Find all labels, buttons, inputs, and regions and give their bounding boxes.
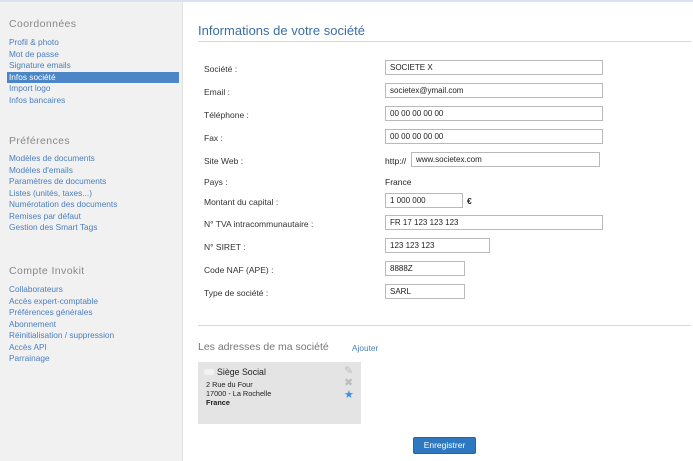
sidebar-item-reinitialisation[interactable]: Réinitialisation / suppression xyxy=(9,330,179,342)
label-fax: Fax : xyxy=(204,133,223,143)
sidebar-item-listes[interactable]: Listes (unités, taxes...) xyxy=(9,188,179,200)
sidebar-item-abonnement[interactable]: Abonnement xyxy=(9,319,179,331)
sidebar-item-numerotation[interactable]: Numérotation des documents xyxy=(9,199,179,211)
address-country: France xyxy=(206,398,230,407)
label-site-web: Site Web : xyxy=(204,156,244,166)
save-button[interactable]: Enregistrer xyxy=(413,437,476,454)
sidebar-item-collaborateurs[interactable]: Collaborateurs xyxy=(9,284,179,296)
sidebar-item-mot-de-passe[interactable]: Mot de passe xyxy=(9,49,179,61)
email-field[interactable] xyxy=(385,83,603,98)
sidebar-section-title-compte: Compte Invokit xyxy=(9,265,85,277)
tva-field[interactable] xyxy=(385,215,603,230)
sidebar-section-title-preferences: Préférences xyxy=(9,135,71,147)
section-divider xyxy=(198,325,691,326)
label-societe: Société : xyxy=(204,64,238,74)
add-address-link[interactable]: Ajouter xyxy=(352,343,378,353)
sidebar-item-preferences-generales[interactable]: Préférences générales xyxy=(9,307,179,319)
fax-field[interactable] xyxy=(385,129,603,144)
sidebar-list-compte: Collaborateurs Accès expert-comptable Pr… xyxy=(9,284,179,365)
sidebar-section-title-coordonnees: Coordonnées xyxy=(9,18,77,30)
sidebar-item-modeles-documents[interactable]: Modèles de documents xyxy=(9,153,179,165)
star-icon[interactable]: ★ xyxy=(344,390,354,401)
sidebar-item-infos-societe[interactable]: Infos société xyxy=(7,71,179,83)
capital-field[interactable] xyxy=(385,193,463,208)
label-type: Type de société : xyxy=(204,288,269,298)
address-name: Siège Social xyxy=(217,367,266,377)
label-tva: N° TVA intracommunautaire : xyxy=(204,219,314,229)
type-field[interactable] xyxy=(385,284,465,299)
sidebar-item-parrainage[interactable]: Parrainage xyxy=(9,353,179,365)
site-web-prefix: http:// xyxy=(385,156,407,166)
settings-sidebar: Coordonnées Profil & photo Mot de passe … xyxy=(0,2,183,461)
close-icon[interactable]: ✖ xyxy=(344,378,353,389)
sidebar-item-signature-emails[interactable]: Signature emails xyxy=(9,60,179,72)
sidebar-item-expert-comptable[interactable]: Accès expert-comptable xyxy=(9,296,179,308)
address-line2: 17000 - La Rochelle xyxy=(206,389,272,398)
pencil-icon[interactable]: ✎ xyxy=(344,366,353,377)
sidebar-list-preferences: Modèles de documents Modèles d'emails Pa… xyxy=(9,153,179,234)
capital-currency: € xyxy=(467,196,472,206)
label-naf: Code NAF (APE) : xyxy=(204,265,274,275)
sidebar-item-parametres-documents[interactable]: Paramètres de documents xyxy=(9,176,179,188)
site-web-field[interactable] xyxy=(411,152,600,167)
address-card: Siège Social 2 Rue du Four 17000 - La Ro… xyxy=(198,362,361,424)
telephone-field[interactable] xyxy=(385,106,603,121)
sidebar-item-remises[interactable]: Remises par défaut xyxy=(9,211,179,223)
label-siret: N° SIRET : xyxy=(204,242,246,252)
siret-field[interactable] xyxy=(385,238,490,253)
addresses-title: Les adresses de ma société xyxy=(198,341,329,353)
pays-value: France xyxy=(385,177,412,187)
label-capital: Montant du capital : xyxy=(204,197,279,207)
sidebar-item-acces-api[interactable]: Accès API xyxy=(9,342,179,354)
sidebar-item-modeles-emails[interactable]: Modèles d'emails xyxy=(9,165,179,177)
page-title: Informations de votre société xyxy=(198,23,365,38)
sidebar-item-infos-bancaires[interactable]: Infos bancaires xyxy=(9,95,179,107)
address-line1: 2 Rue du Four xyxy=(206,380,253,389)
societe-field[interactable] xyxy=(385,60,603,75)
title-divider xyxy=(198,41,691,42)
sidebar-item-import-logo[interactable]: Import logo xyxy=(9,83,179,95)
label-telephone: Téléphone : xyxy=(204,110,249,120)
sidebar-list-coordonnees: Profil & photo Mot de passe Signature em… xyxy=(7,37,179,107)
label-email: Email : xyxy=(204,87,230,97)
label-pays: Pays : xyxy=(204,177,228,187)
sidebar-item-smart-tags[interactable]: Gestion des Smart Tags xyxy=(9,222,179,234)
naf-field[interactable] xyxy=(385,261,465,276)
sidebar-item-profil-photo[interactable]: Profil & photo xyxy=(9,37,179,49)
address-color-swatch xyxy=(204,369,214,375)
